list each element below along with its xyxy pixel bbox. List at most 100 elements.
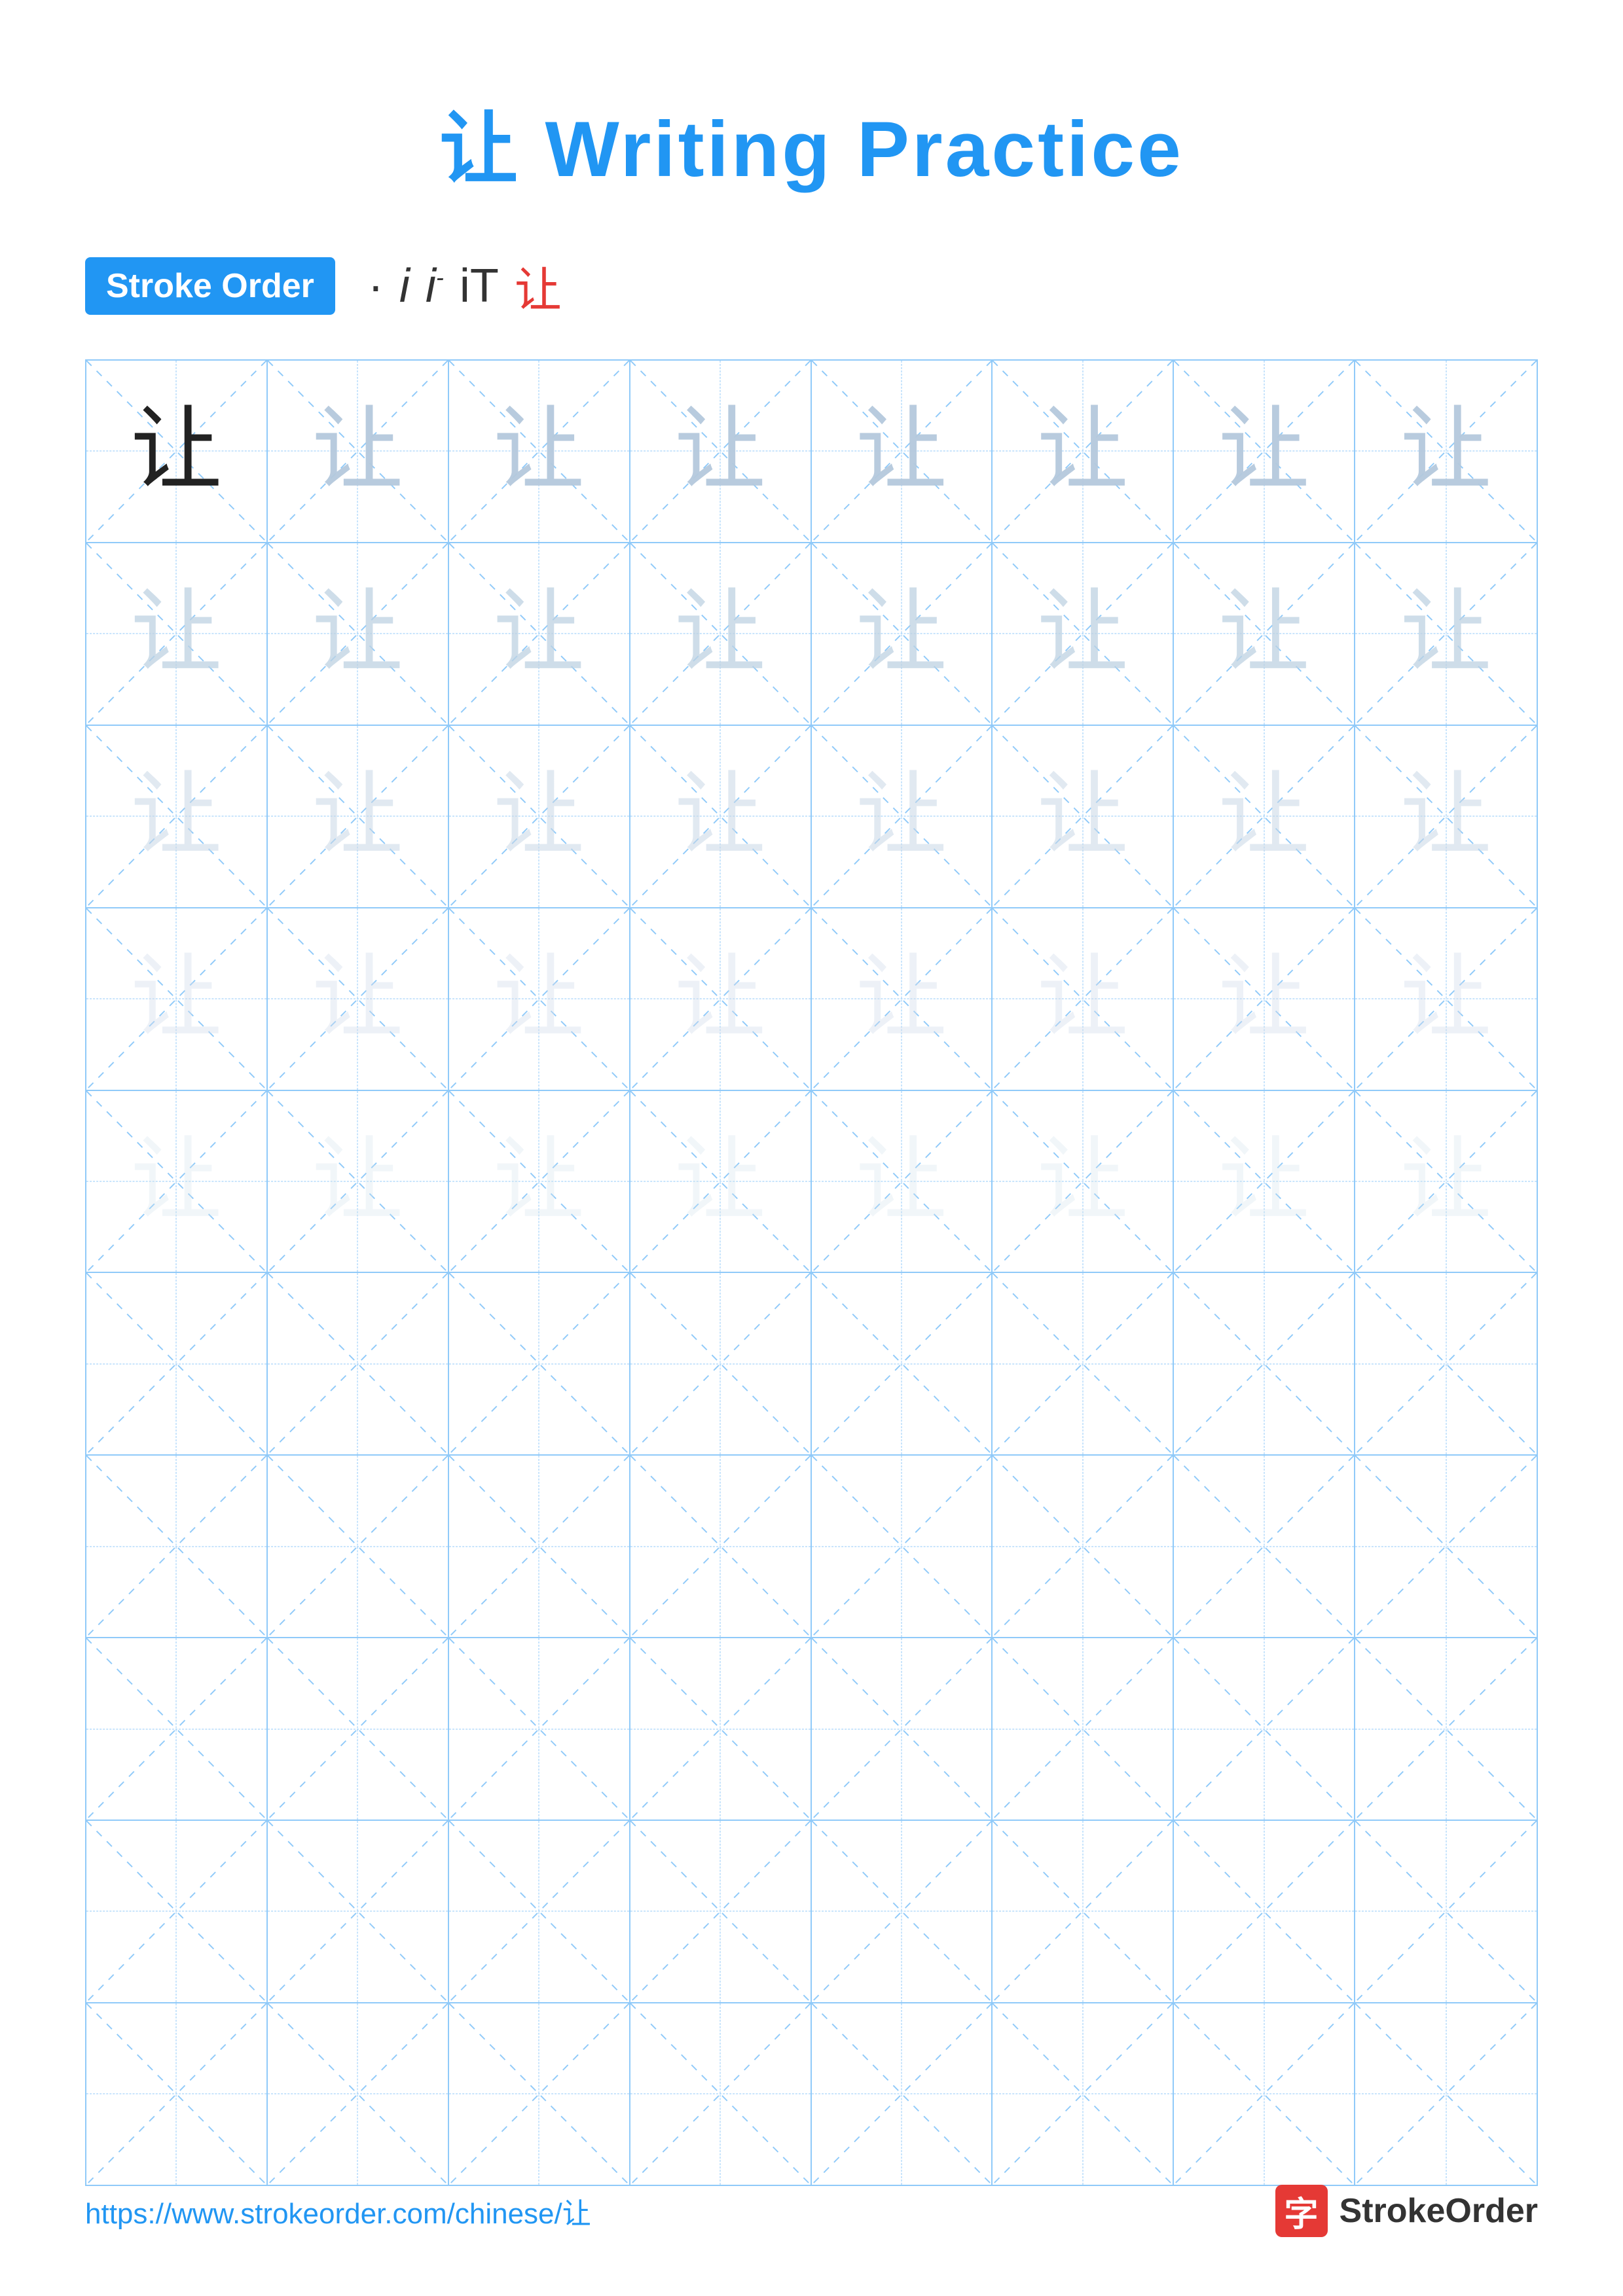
char-l2: 让 bbox=[1400, 588, 1492, 679]
grid-cell-9-2[interactable] bbox=[268, 1821, 449, 2002]
grid-cell-1-7[interactable]: 让 bbox=[1174, 361, 1355, 542]
grid-cell-6-7[interactable] bbox=[1174, 1273, 1355, 1454]
stroke-1: · bbox=[368, 259, 384, 313]
grid-cell-2-2[interactable]: 让 bbox=[268, 543, 449, 725]
grid-cell-7-4[interactable] bbox=[630, 1456, 812, 1637]
grid-cell-3-5[interactable]: 让 bbox=[812, 726, 993, 907]
grid-cell-1-8[interactable]: 让 bbox=[1355, 361, 1537, 542]
grid-row-4: 让 让 让 让 让 bbox=[86, 908, 1537, 1091]
grid-cell-2-5[interactable]: 让 bbox=[812, 543, 993, 725]
grid-cell-2-6[interactable]: 让 bbox=[993, 543, 1174, 725]
grid-cell-1-6[interactable]: 让 bbox=[993, 361, 1174, 542]
grid-cell-2-7[interactable]: 让 bbox=[1174, 543, 1355, 725]
grid-cell-2-4[interactable]: 让 bbox=[630, 543, 812, 725]
grid-cell-3-3[interactable]: 让 bbox=[449, 726, 630, 907]
grid-cell-6-4[interactable] bbox=[630, 1273, 812, 1454]
grid-cell-1-1[interactable]: 让 bbox=[86, 361, 268, 542]
grid-cell-7-1[interactable] bbox=[86, 1456, 268, 1637]
grid-cell-6-3[interactable] bbox=[449, 1273, 630, 1454]
grid-cell-8-7[interactable] bbox=[1174, 1638, 1355, 1820]
grid-cell-6-6[interactable] bbox=[993, 1273, 1174, 1454]
grid-cell-3-6[interactable]: 让 bbox=[993, 726, 1174, 907]
grid-cell-2-8[interactable]: 让 bbox=[1355, 543, 1537, 725]
grid-cell-8-8[interactable] bbox=[1355, 1638, 1537, 1820]
grid-cell-9-1[interactable] bbox=[86, 1821, 268, 2002]
grid-cell-6-8[interactable] bbox=[1355, 1273, 1537, 1454]
char-l3: 让 bbox=[674, 770, 766, 862]
grid-cell-2-1[interactable]: 让 bbox=[86, 543, 268, 725]
grid-cell-6-2[interactable] bbox=[268, 1273, 449, 1454]
grid-cell-1-5[interactable]: 让 bbox=[812, 361, 993, 542]
char-l5: 让 bbox=[856, 1136, 947, 1227]
grid-cell-7-2[interactable] bbox=[268, 1456, 449, 1637]
grid-cell-8-4[interactable] bbox=[630, 1638, 812, 1820]
grid-row-6 bbox=[86, 1273, 1537, 1456]
grid-cell-8-2[interactable] bbox=[268, 1638, 449, 1820]
grid-cell-9-3[interactable] bbox=[449, 1821, 630, 2002]
grid-cell-5-4[interactable]: 让 bbox=[630, 1091, 812, 1272]
grid-cell-5-8[interactable]: 让 bbox=[1355, 1091, 1537, 1272]
char-l1: 让 bbox=[312, 405, 403, 497]
grid-cell-8-1[interactable] bbox=[86, 1638, 268, 1820]
grid-row-1: 让 让 让 让 让 bbox=[86, 361, 1537, 543]
grid-cell-5-6[interactable]: 让 bbox=[993, 1091, 1174, 1272]
char-l4: 让 bbox=[1037, 953, 1129, 1045]
char-l5: 让 bbox=[674, 1136, 766, 1227]
grid-cell-3-7[interactable]: 让 bbox=[1174, 726, 1355, 907]
grid-cell-4-3[interactable]: 让 bbox=[449, 908, 630, 1090]
grid-cell-7-6[interactable] bbox=[993, 1456, 1174, 1637]
grid-cell-6-1[interactable] bbox=[86, 1273, 268, 1454]
stroke-5: 让 bbox=[515, 251, 562, 320]
grid-cell-5-1[interactable]: 让 bbox=[86, 1091, 268, 1272]
char-l3: 让 bbox=[312, 770, 403, 862]
char-l4: 让 bbox=[312, 953, 403, 1045]
grid-cell-3-8[interactable]: 让 bbox=[1355, 726, 1537, 907]
grid-cell-9-8[interactable] bbox=[1355, 1821, 1537, 2002]
grid-cell-3-2[interactable]: 让 bbox=[268, 726, 449, 907]
grid-cell-9-6[interactable] bbox=[993, 1821, 1174, 2002]
grid-cell-4-5[interactable]: 让 bbox=[812, 908, 993, 1090]
grid-cell-4-1[interactable]: 让 bbox=[86, 908, 268, 1090]
grid-cell-5-5[interactable]: 让 bbox=[812, 1091, 993, 1272]
grid-cell-10-3[interactable] bbox=[449, 2003, 630, 2185]
char-l2: 让 bbox=[312, 588, 403, 679]
grid-cell-10-4[interactable] bbox=[630, 2003, 812, 2185]
grid-cell-4-7[interactable]: 让 bbox=[1174, 908, 1355, 1090]
grid-cell-1-3[interactable]: 让 bbox=[449, 361, 630, 542]
grid-cell-5-2[interactable]: 让 bbox=[268, 1091, 449, 1272]
grid-cell-4-2[interactable]: 让 bbox=[268, 908, 449, 1090]
grid-cell-8-3[interactable] bbox=[449, 1638, 630, 1820]
grid-cell-7-8[interactable] bbox=[1355, 1456, 1537, 1637]
grid-cell-8-6[interactable] bbox=[993, 1638, 1174, 1820]
grid-cell-10-8[interactable] bbox=[1355, 2003, 1537, 2185]
grid-cell-10-2[interactable] bbox=[268, 2003, 449, 2185]
grid-cell-7-3[interactable] bbox=[449, 1456, 630, 1637]
grid-cell-5-3[interactable]: 让 bbox=[449, 1091, 630, 1272]
grid-cell-7-5[interactable] bbox=[812, 1456, 993, 1637]
grid-cell-10-6[interactable] bbox=[993, 2003, 1174, 2185]
grid-cell-9-7[interactable] bbox=[1174, 1821, 1355, 2002]
grid-cell-2-3[interactable]: 让 bbox=[449, 543, 630, 725]
grid-cell-9-4[interactable] bbox=[630, 1821, 812, 2002]
grid-cell-6-5[interactable] bbox=[812, 1273, 993, 1454]
grid-cell-10-1[interactable] bbox=[86, 2003, 268, 2185]
grid-cell-1-2[interactable]: 让 bbox=[268, 361, 449, 542]
grid-cell-4-6[interactable]: 让 bbox=[993, 908, 1174, 1090]
grid-cell-3-1[interactable]: 让 bbox=[86, 726, 268, 907]
char-l3: 让 bbox=[1037, 770, 1129, 862]
grid-cell-5-7[interactable]: 让 bbox=[1174, 1091, 1355, 1272]
grid-cell-9-5[interactable] bbox=[812, 1821, 993, 2002]
grid-cell-3-4[interactable]: 让 bbox=[630, 726, 812, 907]
footer-url-link[interactable]: https://www.strokeorder.com/chinese/让 bbox=[85, 2190, 591, 2232]
grid-cell-10-5[interactable] bbox=[812, 2003, 993, 2185]
grid-cell-7-7[interactable] bbox=[1174, 1456, 1355, 1637]
grid-row-3: 让 让 让 让 让 bbox=[86, 726, 1537, 908]
grid-cell-1-4[interactable]: 让 bbox=[630, 361, 812, 542]
grid-row-2: 让 让 让 让 让 bbox=[86, 543, 1537, 726]
grid-cell-8-5[interactable] bbox=[812, 1638, 993, 1820]
grid-cell-4-8[interactable]: 让 bbox=[1355, 908, 1537, 1090]
char-l1: 让 bbox=[1400, 405, 1492, 497]
grid-cell-4-4[interactable]: 让 bbox=[630, 908, 812, 1090]
footer: https://www.strokeorder.com/chinese/让 字 … bbox=[85, 2185, 1538, 2237]
grid-cell-10-7[interactable] bbox=[1174, 2003, 1355, 2185]
